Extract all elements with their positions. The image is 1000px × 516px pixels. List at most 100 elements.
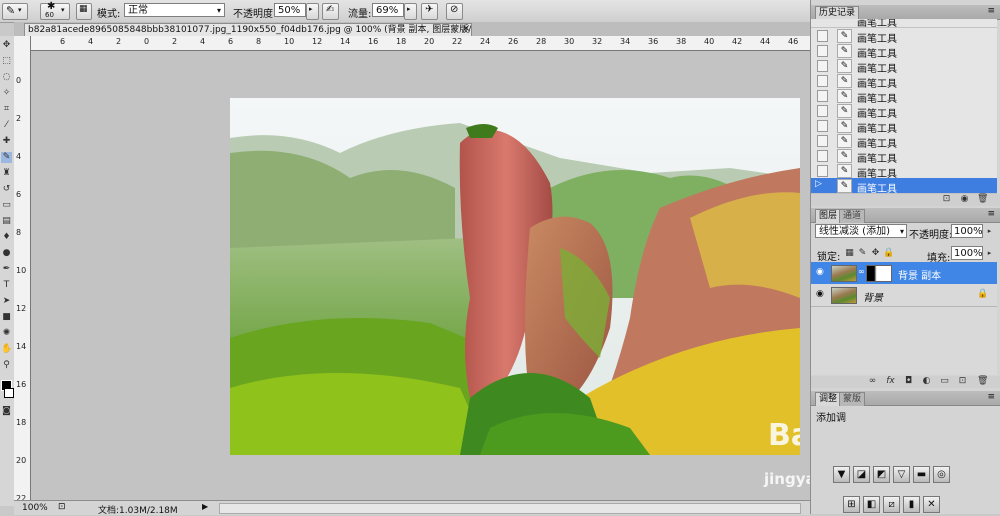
- selective-color-icon[interactable]: ✕: [923, 496, 940, 513]
- document-image[interactable]: Baidu经验: [230, 98, 800, 455]
- tool-preset-picker[interactable]: ✎ ▾: [2, 3, 28, 20]
- history-item[interactable]: ✎ 画笔工具: [811, 103, 997, 120]
- background-color-swatch[interactable]: [4, 388, 14, 398]
- new-layer-icon[interactable]: ⊡: [957, 376, 968, 387]
- history-checkbox[interactable]: [817, 120, 828, 132]
- layer-row[interactable]: ◉ ∞ 背景 副本: [811, 262, 997, 285]
- panel-menu-icon[interactable]: ≡: [987, 209, 995, 219]
- lasso-tool-icon[interactable]: ◌: [1, 72, 12, 83]
- layer-mask-thumbnail[interactable]: [866, 265, 892, 282]
- eye-icon[interactable]: ◉: [816, 268, 826, 277]
- add-mask-icon[interactable]: ◘: [903, 376, 914, 387]
- pressure-opacity-button[interactable]: ✍: [322, 3, 339, 20]
- pen-tool-icon[interactable]: ✒: [1, 264, 12, 275]
- 3d-rotate-tool-icon[interactable]: ✺: [1, 328, 12, 339]
- tab-adjustments[interactable]: 调整: [815, 392, 842, 406]
- group-folder-icon[interactable]: ▭: [939, 376, 950, 387]
- zoom-level[interactable]: 100%: [22, 503, 48, 513]
- history-checkbox[interactable]: [817, 150, 828, 162]
- clone-stamp-tool-icon[interactable]: ♜: [1, 168, 12, 179]
- path-selection-tool-icon[interactable]: ➤: [1, 296, 12, 307]
- history-item[interactable]: ✎ 画笔工具: [811, 148, 997, 165]
- history-checkbox[interactable]: [817, 75, 828, 87]
- history-checkbox[interactable]: [817, 60, 828, 72]
- history-checkbox[interactable]: [817, 135, 828, 147]
- link-layers-icon[interactable]: ∞: [867, 376, 878, 387]
- move-tool-icon[interactable]: ✥: [1, 40, 12, 51]
- type-tool-icon[interactable]: T: [1, 280, 12, 291]
- horizontal-scrollbar[interactable]: [219, 503, 801, 514]
- tab-channels[interactable]: 通道: [839, 209, 866, 223]
- healing-brush-tool-icon[interactable]: ✚: [1, 136, 12, 147]
- layer-row[interactable]: ◉ 背景 🔒: [811, 284, 997, 307]
- brush-tool-icon[interactable]: ✎: [1, 152, 12, 163]
- history-item[interactable]: ✎ 画笔工具: [811, 28, 997, 45]
- eye-icon[interactable]: ◉: [816, 290, 826, 299]
- photo-filter-icon[interactable]: ⊞: [843, 496, 860, 513]
- blur-tool-icon[interactable]: ♦: [1, 232, 12, 243]
- panel-menu-icon[interactable]: ≡: [987, 6, 995, 16]
- triangle-right-icon[interactable]: ▸: [984, 226, 995, 237]
- history-item[interactable]: ✎ 画笔工具: [811, 73, 997, 90]
- history-checkbox[interactable]: [817, 165, 828, 177]
- quick-mask-icon[interactable]: ◙: [1, 406, 12, 417]
- gradient-map-icon[interactable]: ▮: [903, 496, 920, 513]
- pressure-size-button[interactable]: ⊘: [446, 3, 463, 20]
- history-tab[interactable]: 历史记录: [815, 6, 860, 20]
- status-menu-icon[interactable]: ⊡: [58, 502, 66, 512]
- eyedropper-tool-icon[interactable]: ⁄: [1, 120, 12, 131]
- new-document-from-state-icon[interactable]: ⊡: [941, 194, 952, 205]
- panel-menu-icon[interactable]: ≡: [987, 392, 995, 402]
- history-item[interactable]: ✎ 画笔工具: [811, 43, 997, 60]
- magic-wand-tool-icon[interactable]: ✧: [1, 88, 12, 99]
- mode-select[interactable]: 正常 ▾: [124, 3, 225, 17]
- history-item[interactable]: ✎ 画笔工具: [811, 163, 997, 180]
- lock-image-icon[interactable]: ✎: [857, 248, 868, 259]
- eraser-tool-icon[interactable]: ▭: [1, 200, 12, 211]
- triangle-right-icon[interactable]: ▸: [984, 248, 995, 259]
- history-item[interactable]: ✎ 画笔工具: [811, 58, 997, 75]
- lock-transparent-icon[interactable]: ▦: [844, 248, 855, 259]
- adjustment-layer-icon[interactable]: ◐: [921, 376, 932, 387]
- history-checkbox[interactable]: [817, 90, 828, 102]
- opacity-input[interactable]: 50%: [274, 3, 306, 17]
- document-tab[interactable]: b82a81acede8965085848bbb38101077.jpg_119…: [24, 23, 472, 36]
- blend-mode-select[interactable]: 线性减淡 (添加) ▾: [815, 224, 907, 238]
- opacity-slider-toggle[interactable]: ▸: [306, 3, 319, 20]
- hue-saturation-icon[interactable]: ▬: [913, 466, 930, 483]
- close-icon[interactable]: ×: [462, 23, 470, 34]
- brush-preset-picker[interactable]: ✱ 60 ▾: [40, 1, 70, 20]
- dodge-tool-icon[interactable]: ●: [1, 248, 12, 259]
- history-brush-tool-icon[interactable]: ↺: [1, 184, 12, 195]
- color-balance-icon[interactable]: ◎: [933, 466, 950, 483]
- history-item[interactable]: ✎ 画笔工具: [811, 133, 997, 150]
- history-checkbox[interactable]: [817, 105, 828, 117]
- hand-tool-icon[interactable]: ✋: [1, 344, 12, 355]
- flow-slider-toggle[interactable]: ▸: [404, 3, 417, 20]
- brush-panel-toggle[interactable]: ▦: [76, 3, 92, 20]
- history-item-active[interactable]: ▷ ✎ 画笔工具: [811, 178, 997, 195]
- invert-icon[interactable]: ⧄: [883, 496, 900, 513]
- lock-position-icon[interactable]: ✥: [870, 248, 881, 259]
- history-item[interactable]: ✎ 画笔工具: [811, 118, 997, 135]
- marquee-tool-icon[interactable]: ⬚: [1, 56, 12, 67]
- crop-tool-icon[interactable]: ⌗: [1, 104, 12, 115]
- history-item[interactable]: 画笔工具: [811, 19, 997, 28]
- chain-link-icon[interactable]: ∞: [858, 267, 865, 276]
- trash-icon[interactable]: 🗑: [977, 376, 988, 387]
- history-item[interactable]: ✎ 画笔工具: [811, 88, 997, 105]
- shape-tool-icon[interactable]: ■: [1, 312, 12, 323]
- history-checkbox[interactable]: [817, 30, 828, 42]
- layer-style-icon[interactable]: fx: [885, 376, 896, 387]
- channel-mixer-icon[interactable]: ◧: [863, 496, 880, 513]
- lock-all-icon[interactable]: 🔒: [883, 248, 894, 259]
- trash-icon[interactable]: 🗑: [977, 194, 988, 205]
- tab-masks[interactable]: 蒙版: [839, 392, 866, 406]
- fill-input[interactable]: 100%: [951, 246, 983, 260]
- gradient-tool-icon[interactable]: ▤: [1, 216, 12, 227]
- layer-opacity-input[interactable]: 100%: [951, 224, 983, 238]
- airbrush-button[interactable]: ✈: [421, 3, 438, 20]
- levels-icon[interactable]: ▼: [833, 466, 850, 483]
- exposure-icon[interactable]: ◩: [873, 466, 890, 483]
- zoom-tool-icon[interactable]: ⚲: [1, 360, 12, 371]
